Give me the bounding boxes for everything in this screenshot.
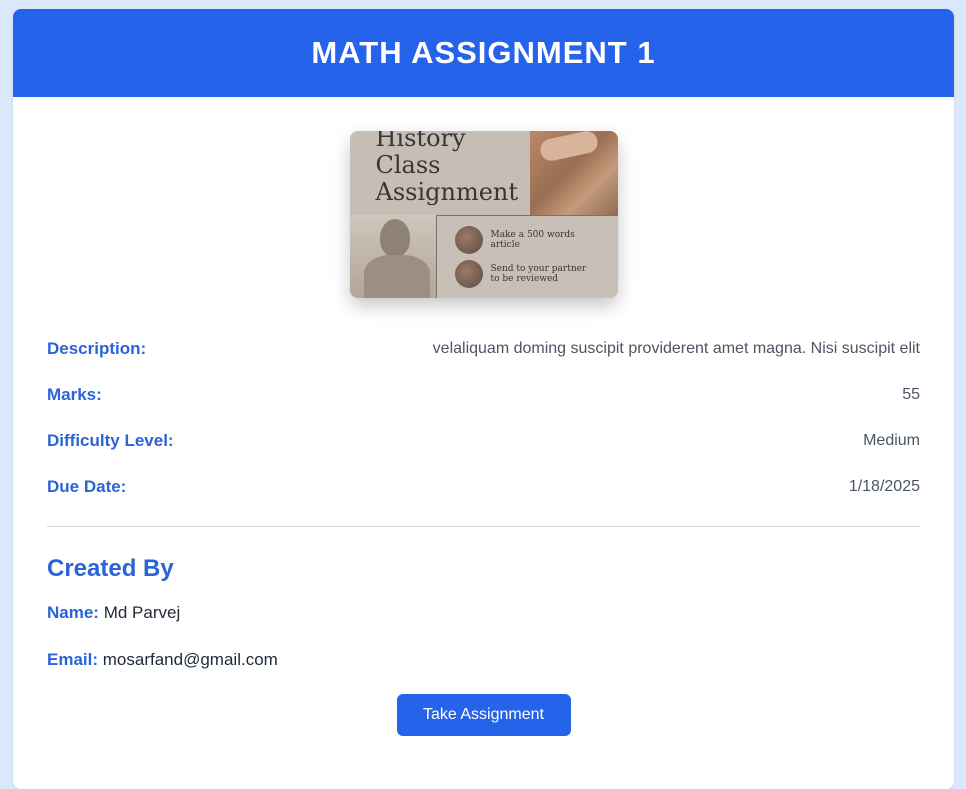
creator-email-label: Email: <box>47 650 99 669</box>
thumbnail-title-line: History <box>375 131 466 152</box>
creator-name: Md Parvej <box>103 603 181 622</box>
thumbnail-bust-photo <box>349 215 436 298</box>
detail-label: Description: <box>47 339 147 358</box>
thumbnail-title: History Class Assignment <box>376 131 519 206</box>
bust-head-shape <box>379 219 410 257</box>
thumbnail-list-item: Make a 500 words article <box>454 226 591 254</box>
detail-row-marks: Marks: 55 <box>47 372 920 418</box>
list-item-avatar <box>454 260 483 288</box>
take-assignment-button[interactable]: Take Assignment <box>396 694 571 736</box>
creator-email-line: Email: mosarfand@gmail.com <box>47 650 920 697</box>
assignment-title: MATH ASSIGNMENT 1 <box>311 35 656 70</box>
assignment-details: Description: velaliquam doming suscipit … <box>47 326 920 510</box>
detail-value: Medium <box>863 432 920 449</box>
thumbnail-title-line: Assignment <box>375 178 519 206</box>
card-header: MATH ASSIGNMENT 1 <box>13 9 954 97</box>
thumbnail-list-panel: Make a 500 words article Send to your pa… <box>435 215 618 298</box>
detail-value: velaliquam doming suscipit providerent a… <box>432 340 920 357</box>
creator-name-label: Name: <box>47 603 99 622</box>
detail-row-description: Description: velaliquam doming suscipit … <box>47 326 920 372</box>
thumbnail-title-panel: History Class Assignment <box>349 131 530 215</box>
detail-row-due-date: Due Date: 1/18/2025 <box>47 464 920 510</box>
detail-label: Due Date: <box>47 477 127 496</box>
thumbnail-wrapper: History Class Assignment Make a 500 word… <box>13 131 954 298</box>
detail-label: Marks: <box>47 385 102 404</box>
assignment-thumbnail: History Class Assignment Make a 500 word… <box>349 131 618 298</box>
thumbnail-list-item: Send to your partner to be reviewed <box>454 260 591 288</box>
creator-section: Created By Name: Md Parvej Email: mosarf… <box>47 555 920 697</box>
assignment-card: MATH ASSIGNMENT 1 History Class Assignme… <box>13 9 954 789</box>
creator-email: mosarfand@gmail.com <box>102 650 278 669</box>
creator-name-line: Name: Md Parvej <box>47 603 920 650</box>
thumbnail-sculpture-photo <box>529 131 618 215</box>
detail-row-difficulty: Difficulty Level: Medium <box>47 418 920 464</box>
detail-value: 1/18/2025 <box>848 478 920 495</box>
list-item-text: Send to your partner to be reviewed <box>490 264 587 284</box>
list-item-text: Make a 500 words article <box>490 230 575 250</box>
section-divider <box>47 526 920 527</box>
sculpture-arm-shape <box>537 131 600 163</box>
list-item-avatar <box>454 226 483 254</box>
creator-heading: Created By <box>47 555 174 582</box>
bust-torso-shape <box>363 255 430 298</box>
thumbnail-title-line: Class <box>375 151 441 179</box>
detail-label: Difficulty Level: <box>47 431 174 450</box>
detail-value: 55 <box>902 386 920 403</box>
actions: Take Assignment <box>13 694 954 736</box>
